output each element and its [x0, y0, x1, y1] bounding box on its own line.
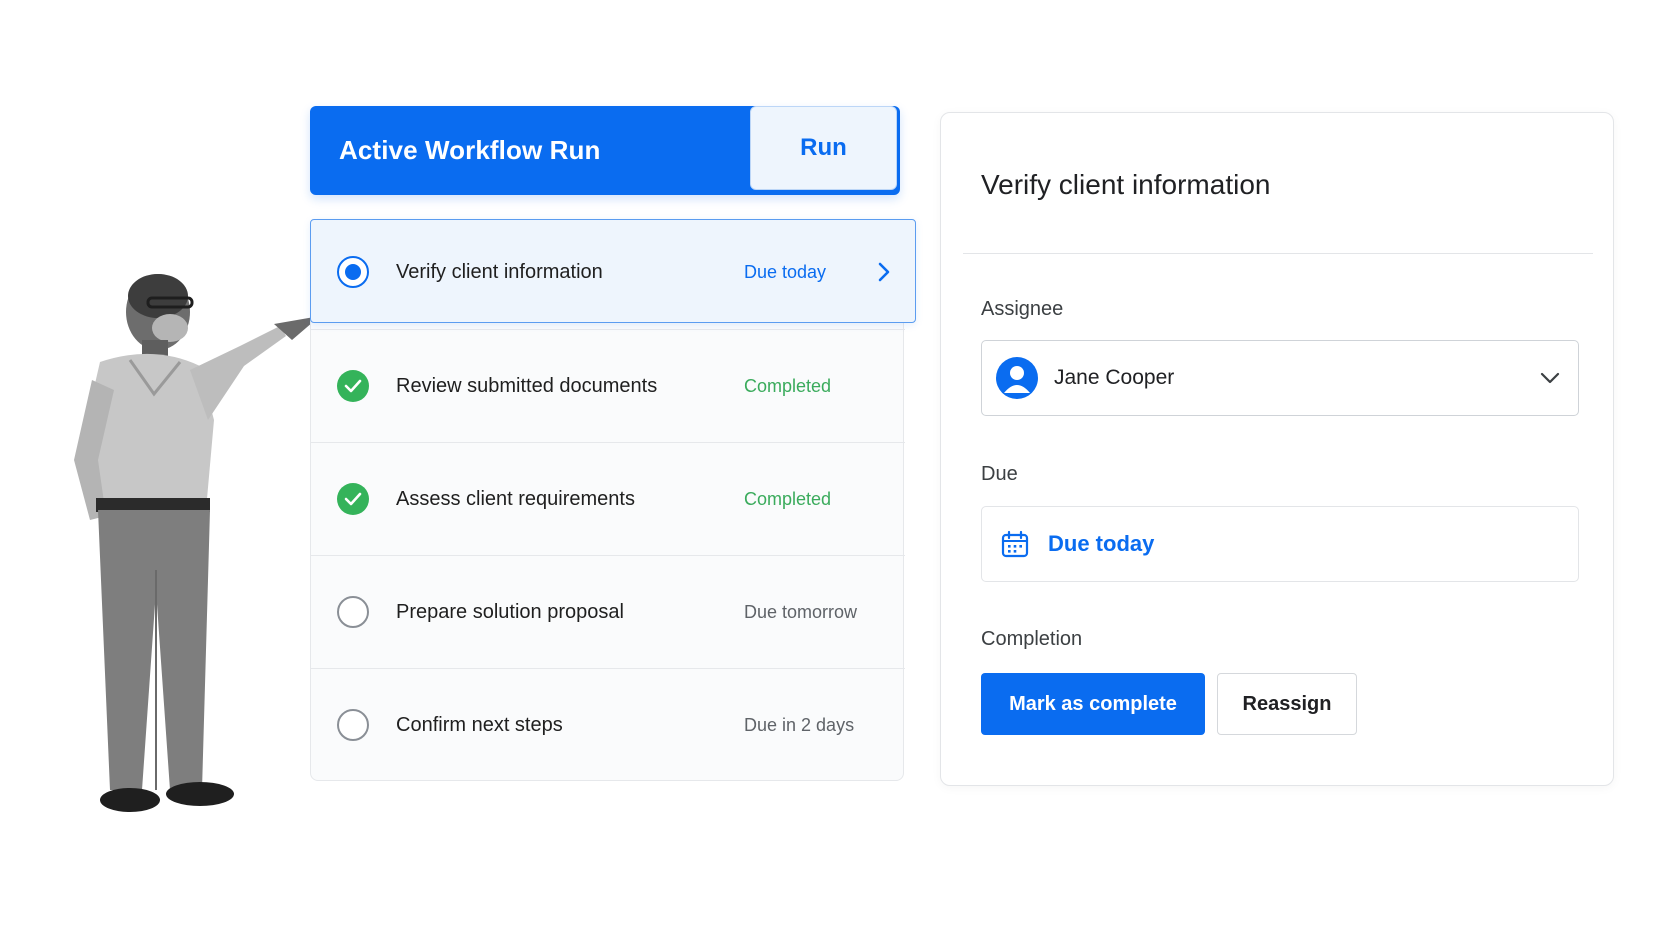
task-row-review-documents[interactable]: Review submitted documents Completed [311, 329, 905, 442]
mark-complete-button[interactable]: Mark as complete [981, 673, 1205, 735]
task-row-verify-client[interactable]: Verify client information Due today [310, 219, 916, 323]
due-date-field[interactable]: Due today [981, 506, 1579, 582]
task-row-prepare-proposal[interactable]: Prepare solution proposal Due tomorrow [311, 555, 905, 668]
completion-label: Completion [981, 628, 1083, 650]
task-detail-panel: Verify client information Assignee Jane … [940, 112, 1614, 786]
task-status: Due tomorrow [744, 602, 858, 622]
assignee-name: Jane Cooper [1054, 366, 1175, 389]
task-list: Review submitted documents Completed Ass… [310, 219, 916, 781]
check-icon [337, 483, 369, 515]
assignee-select[interactable]: Jane Cooper [981, 340, 1579, 416]
reassign-button[interactable]: Reassign [1217, 673, 1357, 735]
assignee-label: Assignee [981, 298, 1064, 320]
task-status: Completed [744, 376, 832, 396]
check-icon [337, 370, 369, 402]
task-label: Confirm next steps [396, 714, 563, 736]
user-avatar-icon [996, 357, 1038, 399]
run-tab[interactable]: Run [750, 106, 897, 190]
radio-empty-icon [337, 596, 369, 628]
presenter-illustration [74, 274, 320, 812]
task-label: Review submitted documents [396, 375, 658, 397]
detail-title: Verify client information [981, 169, 1271, 200]
workflow-title: Active Workflow Run [339, 135, 601, 165]
radio-empty-icon [337, 709, 369, 741]
task-label: Assess client requirements [396, 488, 635, 510]
due-value: Due today [1048, 531, 1155, 556]
calendar-icon [1001, 530, 1029, 558]
divider [963, 253, 1593, 254]
task-status: Due today [744, 262, 827, 282]
due-label: Due [981, 463, 1018, 485]
chevron-right-icon[interactable] [873, 260, 895, 284]
workflow-stage: Active Workflow Run Run Review submitted… [0, 0, 1672, 941]
task-row-confirm-steps[interactable]: Confirm next steps Due in 2 days [311, 668, 905, 781]
task-row-assess-requirements[interactable]: Assess client requirements Completed [311, 442, 905, 555]
task-label: Verify client information [396, 261, 603, 283]
task-label: Prepare solution proposal [396, 601, 624, 623]
task-status: Completed [744, 489, 832, 509]
radio-selected-icon [337, 256, 369, 288]
chevron-down-icon [1540, 372, 1560, 384]
task-status: Due in 2 days [744, 715, 855, 735]
